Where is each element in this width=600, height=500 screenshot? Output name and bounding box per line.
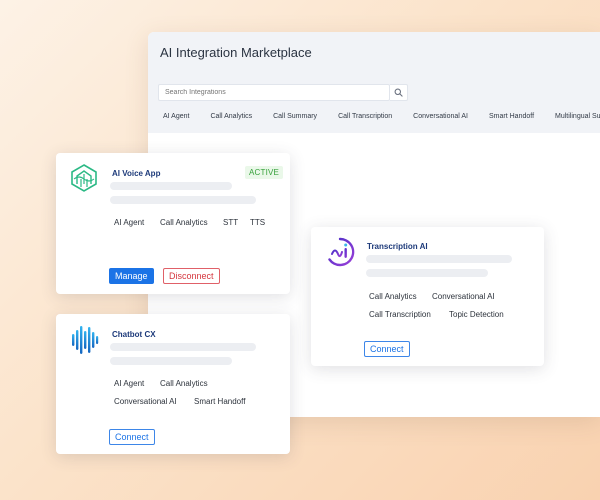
voice-app-logo-icon [69, 163, 99, 198]
tag-ai-agent: AI Agent [114, 218, 145, 227]
placeholder-line [366, 255, 512, 263]
category-multilingual-support[interactable]: Multilingual Support [550, 111, 600, 122]
tag-topic-detection: Topic Detection [449, 310, 504, 319]
tag-tts: TTS [250, 218, 266, 227]
page-title: AI Integration Marketplace [160, 45, 312, 60]
disconnect-button[interactable]: Disconnect [163, 268, 220, 284]
status-badge: ACTIVE [245, 166, 284, 179]
tag-call-analytics: Call Analytics [160, 218, 208, 227]
integration-card-ai-voice-app: AI Voice App ACTIVE AI Agent Call Analyt… [56, 153, 290, 294]
tag-smart-handoff: Smart Handoff [194, 397, 246, 406]
connect-button[interactable]: Connect [109, 429, 155, 445]
tag-call-analytics: Call Analytics [369, 292, 417, 301]
search-icon [394, 88, 403, 97]
tag-call-transcription: Call Transcription [369, 310, 431, 319]
integration-card-transcription-ai: Transcription AI Call Analytics Conversa… [311, 227, 544, 366]
connect-button[interactable]: Connect [364, 341, 410, 357]
card-title: Chatbot CX [112, 330, 156, 339]
category-smart-handoff[interactable]: Smart Handoff [484, 111, 539, 122]
card-title: AI Voice App [112, 169, 161, 178]
integration-card-chatbot-cx: Chatbot CX AI Agent Call Analytics Conve… [56, 314, 290, 454]
category-call-transcription[interactable]: Call Transcription [333, 111, 397, 122]
category-filter-bar: AI Agent Call Analytics Call Summary Cal… [158, 111, 600, 122]
placeholder-line [110, 196, 256, 204]
tag-ai-agent: AI Agent [114, 379, 145, 388]
tag-conversational-ai: Conversational AI [432, 292, 495, 301]
marketplace-header: AI Integration Marketplace AI Agent Call… [148, 32, 600, 133]
manage-button[interactable]: Manage [109, 268, 154, 284]
card-title: Transcription AI [367, 242, 428, 251]
transcription-logo-icon [324, 236, 356, 273]
category-call-analytics[interactable]: Call Analytics [205, 111, 257, 122]
tag-call-analytics: Call Analytics [160, 379, 208, 388]
category-ai-agent[interactable]: AI Agent [158, 111, 194, 122]
category-conversational-ai[interactable]: Conversational AI [408, 111, 473, 122]
category-call-summary[interactable]: Call Summary [268, 111, 322, 122]
tag-conversational-ai: Conversational AI [114, 397, 177, 406]
tag-stt: STT [223, 218, 239, 227]
placeholder-line [110, 357, 232, 365]
placeholder-line [366, 269, 488, 277]
chatbot-logo-icon [71, 325, 99, 360]
placeholder-line [110, 182, 232, 190]
search-input[interactable] [158, 84, 390, 101]
placeholder-line [110, 343, 256, 351]
search-button[interactable] [390, 84, 408, 101]
